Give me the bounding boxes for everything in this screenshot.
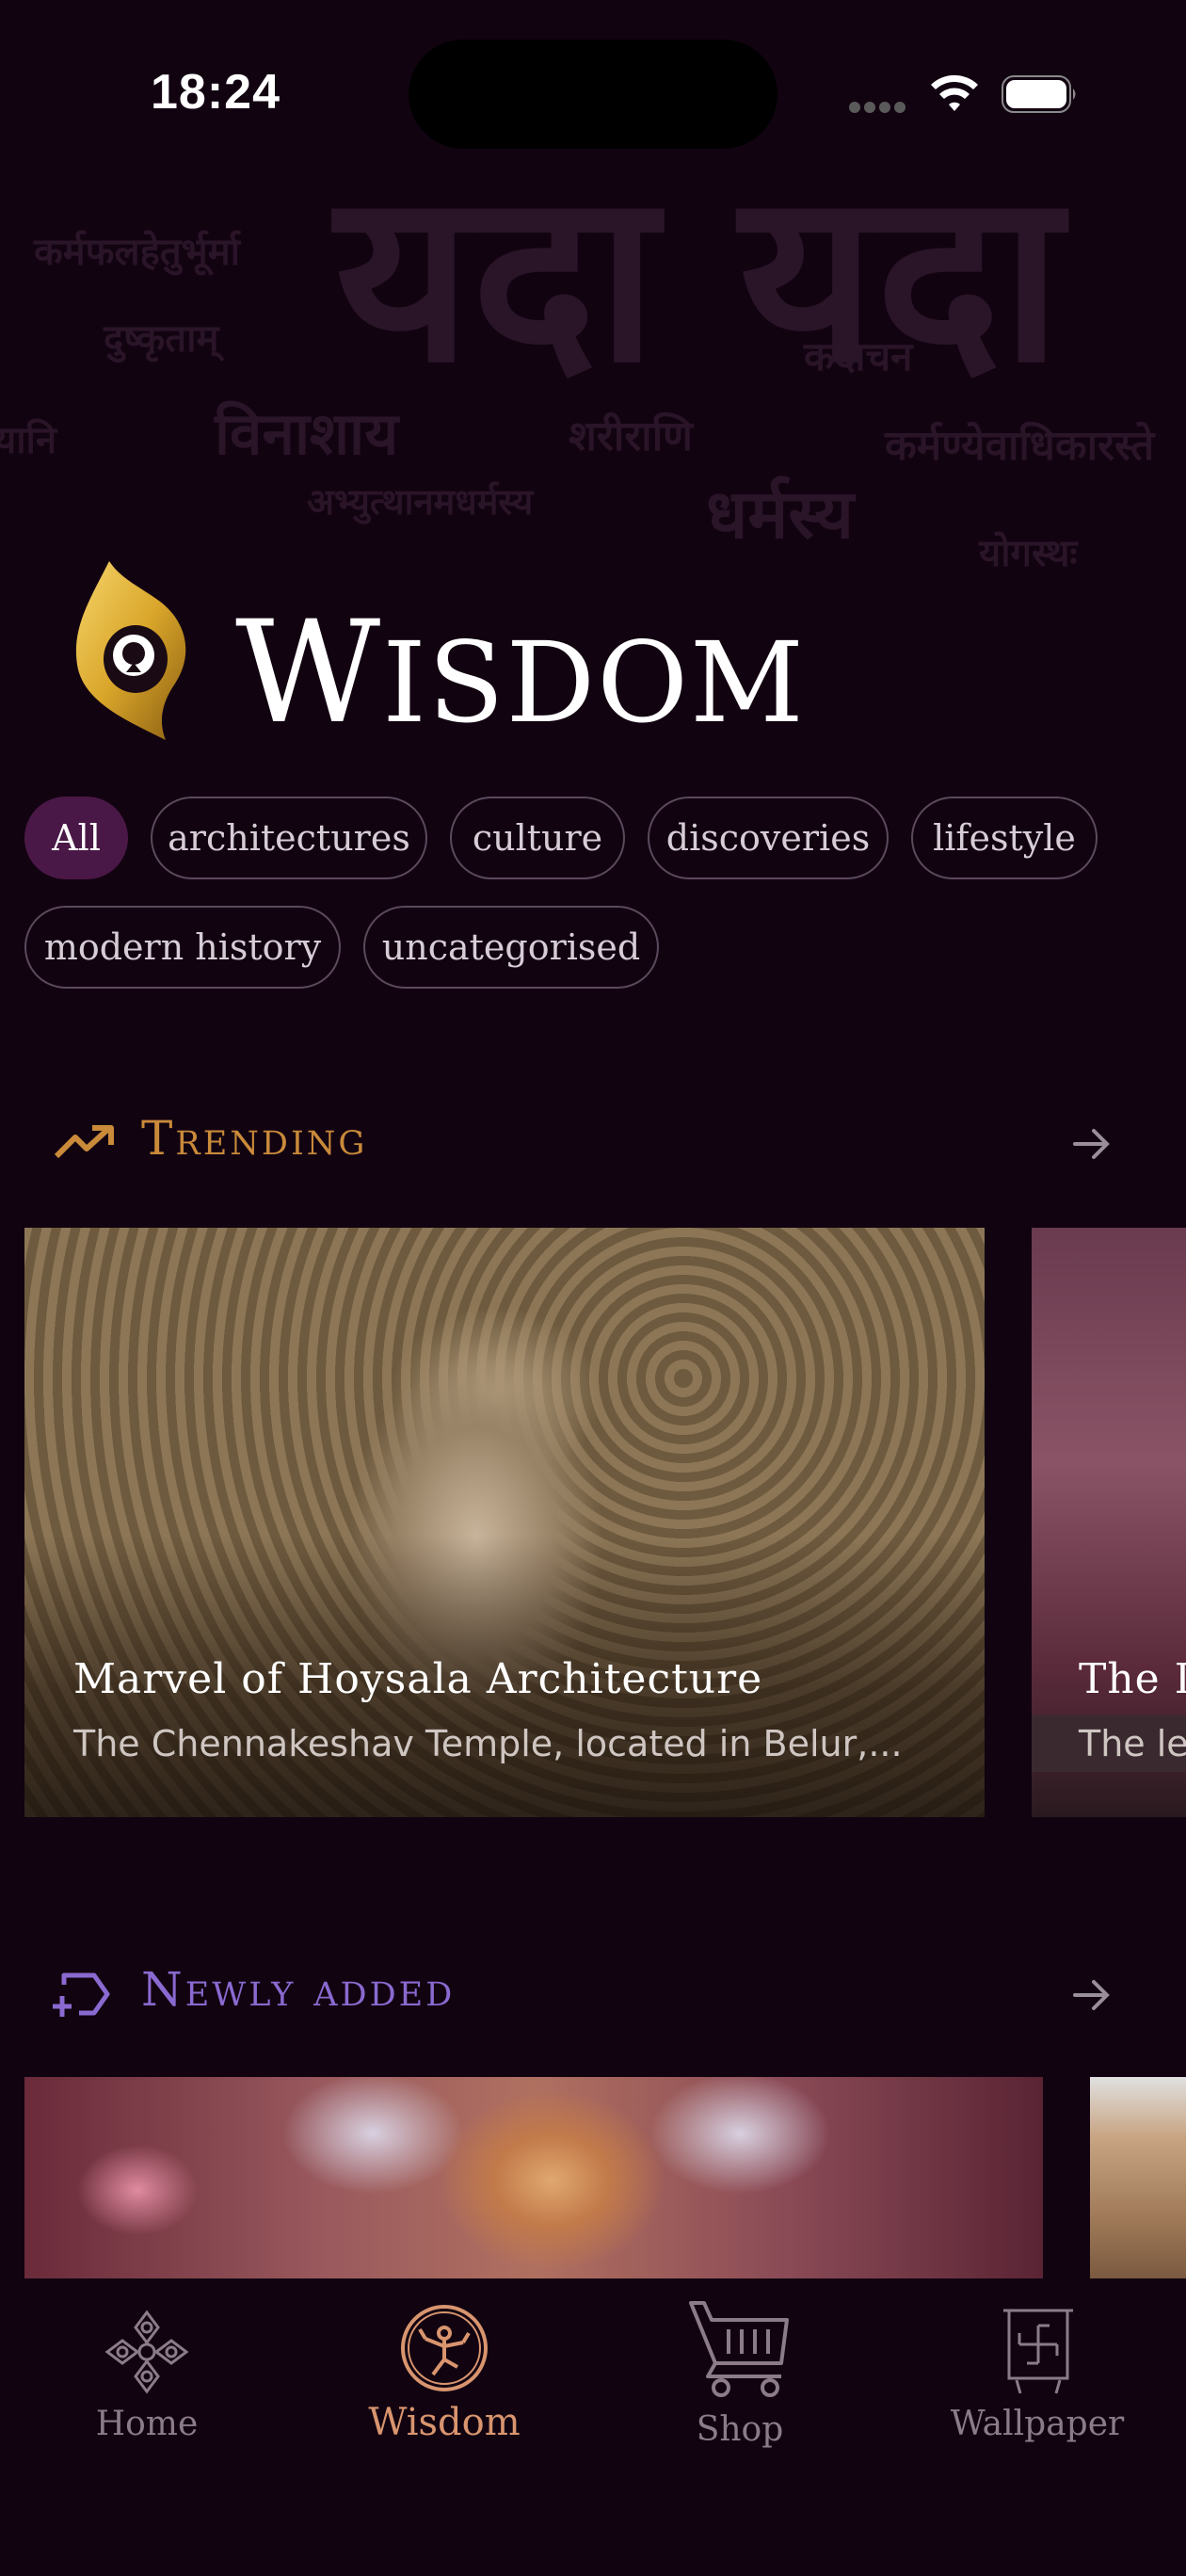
- newly-added-see-all-arrow-icon[interactable]: [1073, 1979, 1111, 2011]
- dynamic-island: [409, 40, 777, 149]
- tab-bar: Home Wisdom Shop Wallpaper: [0, 2278, 1186, 2576]
- tab-shop-label: Shop: [696, 2410, 784, 2449]
- wifi-icon: [931, 74, 978, 111]
- card-subtitle: The le: [1079, 1723, 1186, 1764]
- swastika-frame-icon: [1003, 2309, 1073, 2394]
- card-title: The I: [1079, 1655, 1186, 1703]
- background-word: शरीराणि: [569, 412, 693, 460]
- trending-card[interactable]: The I The le: [1032, 1228, 1186, 1817]
- queue-add-icon: [53, 1972, 110, 2017]
- mandala-flower-icon: [104, 2310, 189, 2394]
- trending-up-icon: [54, 1125, 114, 1159]
- card-subtitle: The Chennakeshav Temple, located in Belu…: [73, 1723, 903, 1764]
- filter-chip-culture[interactable]: culture: [450, 797, 625, 879]
- trending-title[interactable]: Trending: [141, 1111, 367, 1166]
- background-word: कदाचन: [804, 333, 913, 379]
- tab-wisdom-label: Wisdom: [368, 2401, 521, 2444]
- nataraja-icon: [401, 2305, 488, 2391]
- newly-added-card[interactable]: [24, 2077, 1043, 2278]
- filter-chip-lifestyle[interactable]: lifestyle: [911, 797, 1098, 879]
- cellular-signal-icon: [849, 90, 907, 113]
- background-word: यानि: [0, 419, 57, 462]
- filter-chip-architectures[interactable]: architectures: [151, 797, 427, 879]
- background-word: दुष्कृताम्: [104, 317, 219, 361]
- card-title: Marvel of Hoysala Architecture: [73, 1655, 763, 1703]
- background-word: अभ्युत्थानमधर्मस्य: [307, 481, 534, 523]
- trending-see-all-arrow-icon[interactable]: [1073, 1128, 1111, 1160]
- filter-chip-discoveries[interactable]: discoveries: [648, 797, 889, 879]
- status-time: 18:24: [151, 65, 280, 120]
- page-title: WISDOM: [235, 591, 806, 755]
- battery-icon: [1002, 75, 1076, 113]
- tab-home-label: Home: [95, 2405, 199, 2443]
- trending-card[interactable]: Marvel of Hoysala Architecture The Chenn…: [24, 1228, 985, 1817]
- background-word: विनाशाय: [215, 399, 399, 468]
- shopping-cart-icon: [689, 2301, 789, 2397]
- background-word: कर्मण्येवाधिकारस्ते: [885, 422, 1155, 470]
- newly-added-title[interactable]: Newly added: [141, 1962, 455, 2017]
- newly-added-card[interactable]: [1090, 2077, 1186, 2278]
- filter-chip-uncategorised[interactable]: uncategorised: [363, 906, 659, 989]
- background-word: योगस्थः: [979, 532, 1078, 575]
- tab-wallpaper-label: Wallpaper: [950, 2405, 1125, 2443]
- background-word: कर्मफलहेतुर्भूर्मा: [34, 231, 241, 274]
- background-word: धर्मस्य: [706, 475, 855, 554]
- background-word: यदा यदा: [335, 140, 1063, 414]
- peacock-feather-logo: [75, 561, 186, 740]
- filter-chip-modern-history[interactable]: modern history: [24, 906, 341, 989]
- filter-chip-all[interactable]: All: [24, 797, 128, 879]
